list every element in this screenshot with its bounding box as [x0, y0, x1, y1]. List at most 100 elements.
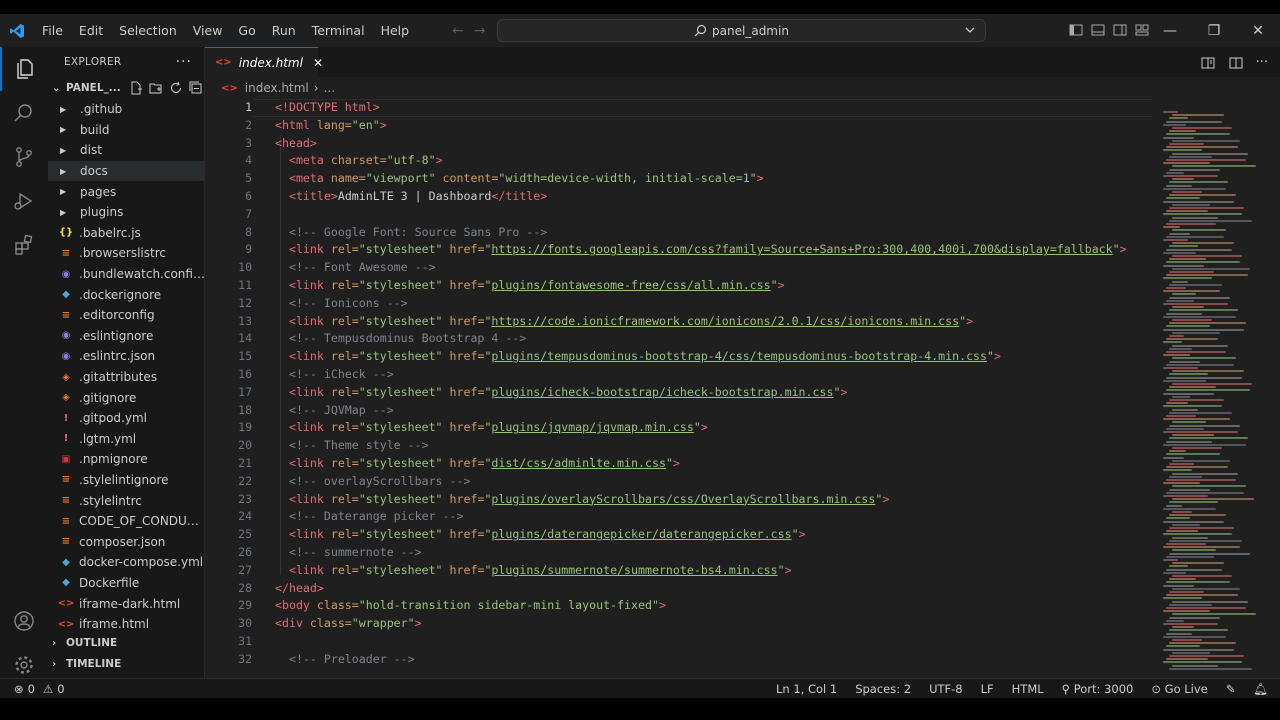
- file-item[interactable]: ◆ .dockerignore: [48, 284, 204, 305]
- restore-icon[interactable]: ❐: [1192, 14, 1236, 47]
- explorer-icon[interactable]: [0, 47, 48, 91]
- port-indicator[interactable]: ⚲ Port: 3000: [1062, 682, 1134, 696]
- file-item[interactable]: ≡ .stylelintrc: [48, 490, 204, 511]
- minimap-line: [1169, 578, 1196, 581]
- collapse-all-icon[interactable]: [189, 81, 203, 95]
- tab-index-html[interactable]: <> index.html ✕: [205, 47, 323, 77]
- workspace-folder[interactable]: ⌄ PANEL_...: [48, 77, 204, 99]
- command-center[interactable]: panel_admin: [497, 19, 986, 42]
- timeline-section[interactable]: › TIMELINE: [48, 654, 205, 674]
- file-item[interactable]: ▣ .npmignore: [48, 449, 204, 470]
- vscode-window: File Edit Selection View Go Run Terminal Help ←…: [0, 14, 1280, 698]
- file-item[interactable]: ◉ .eslintrc.json: [48, 346, 204, 367]
- minimap-line: [1169, 488, 1210, 491]
- minimap-line: [1163, 123, 1186, 126]
- chevron-down-icon[interactable]: [963, 23, 977, 37]
- cursor-position[interactable]: Ln 1, Col 1: [776, 682, 837, 696]
- new-folder-icon[interactable]: [149, 81, 163, 95]
- file-item[interactable]: ◆ docker-compose.yml: [48, 552, 204, 573]
- file-item[interactable]: ◆ Dockerfile: [48, 573, 204, 594]
- toggle-panel-icon[interactable]: [1090, 22, 1106, 38]
- source-control-icon[interactable]: [0, 135, 48, 179]
- tree-item-label: .gitignore: [79, 390, 137, 405]
- minimap-line: [1172, 370, 1244, 373]
- file-item[interactable]: ≡ .stylelintignore: [48, 470, 204, 491]
- file-item[interactable]: <> iframe.html: [48, 614, 204, 630]
- code-editor[interactable]: 1 2 3 4 5 6 7 8 9 10 11 12 13 14 15 16 17 18 19 20 21 22 23 24 2…: [205, 99, 1280, 678]
- extensions-icon[interactable]: [0, 223, 48, 267]
- folder-item[interactable]: ▶ .github: [48, 99, 204, 120]
- file-item[interactable]: ≡ composer.json: [48, 531, 204, 552]
- encoding[interactable]: UTF-8: [929, 682, 963, 696]
- file-item[interactable]: ≡ .browserslistrc: [48, 243, 204, 264]
- folder-item[interactable]: ▶ plugins: [48, 202, 204, 223]
- notifications-icon[interactable]: 🔔︎: [1253, 682, 1268, 696]
- minimap-line: [1169, 591, 1204, 593]
- refresh-icon[interactable]: [169, 81, 183, 95]
- file-item[interactable]: {} .babelrc.js: [48, 223, 204, 244]
- menu-edit[interactable]: Edit: [71, 14, 111, 47]
- minimap-line: [1169, 642, 1236, 645]
- feedback-icon[interactable]: ✎: [1226, 682, 1236, 696]
- minimap-line: [1166, 120, 1222, 123]
- code-token: <link: [288, 384, 331, 399]
- code-token: <!-- Theme style -->: [288, 438, 429, 453]
- open-preview-icon[interactable]: [1200, 55, 1216, 71]
- split-editor-icon[interactable]: [1228, 55, 1244, 71]
- folder-item[interactable]: ▶ pages: [48, 181, 204, 202]
- menu-help[interactable]: Help: [373, 14, 418, 47]
- minimap[interactable]: [1163, 111, 1273, 676]
- indentation[interactable]: Spaces: 2: [855, 682, 911, 696]
- menu-file[interactable]: File: [34, 14, 71, 47]
- menu-selection[interactable]: Selection: [111, 14, 185, 47]
- go-live-button[interactable]: ⊙ Go Live: [1151, 682, 1207, 696]
- folder-item[interactable]: ▶ build: [48, 120, 204, 141]
- folder-item[interactable]: ▶ docs: [48, 160, 204, 182]
- breadcrumb-symbol[interactable]: ...: [324, 81, 335, 95]
- toggle-secondary-sidebar-icon[interactable]: [1112, 22, 1128, 38]
- file-item[interactable]: ≡ .editorconfig: [48, 305, 204, 326]
- minimap-line: [1169, 130, 1196, 133]
- outline-section[interactable]: › OUTLINE: [48, 633, 205, 653]
- run-debug-icon[interactable]: [0, 179, 48, 223]
- toggle-primary-sidebar-icon[interactable]: [1068, 22, 1084, 38]
- menu-go[interactable]: Go: [230, 14, 263, 47]
- code-line: <!-- summernote -->: [275, 544, 1175, 562]
- file-item[interactable]: ◉ .eslintignore: [48, 326, 204, 347]
- file-item[interactable]: ! .lgtm.yml: [48, 429, 204, 450]
- file-item[interactable]: ! .gitpod.yml: [48, 408, 204, 429]
- menu-run[interactable]: Run: [264, 14, 304, 47]
- more-actions-icon[interactable]: ···: [1256, 55, 1268, 71]
- close-window-icon[interactable]: ✕: [1236, 14, 1280, 47]
- file-item[interactable]: ◈ .gitattributes: [48, 367, 204, 388]
- minimap-line: [1169, 463, 1194, 465]
- code-token: <link: [288, 420, 331, 435]
- line-number: 8: [245, 224, 252, 239]
- code-token: <!-- Daterange picker -->: [288, 509, 464, 524]
- problems-indicator[interactable]: ⊗ 0 ⚠ 0: [0, 682, 65, 696]
- search-icon[interactable]: [0, 91, 48, 135]
- forward-arrow-icon[interactable]: →: [474, 23, 486, 39]
- file-item[interactable]: ◈ .gitignore: [48, 387, 204, 408]
- file-type-icon: ◉: [61, 350, 71, 362]
- more-actions-icon[interactable]: ···: [176, 54, 192, 70]
- back-arrow-icon[interactable]: ←: [452, 23, 464, 39]
- menu-terminal[interactable]: Terminal: [304, 14, 373, 47]
- file-item[interactable]: <> iframe-dark.html: [48, 593, 204, 614]
- minimap-line: [1166, 299, 1194, 302]
- account-icon[interactable]: [0, 599, 48, 643]
- close-icon[interactable]: ✕: [313, 56, 323, 70]
- line-ending[interactable]: LF: [981, 682, 994, 696]
- new-file-icon[interactable]: [129, 81, 143, 95]
- folder-item[interactable]: ▶ dist: [48, 140, 204, 161]
- code-token: plugins/overlayScrollbars/css/OverlayScr…: [491, 491, 876, 506]
- breadcrumb-file[interactable]: index.html: [245, 81, 309, 95]
- menu-view[interactable]: View: [185, 14, 231, 47]
- language-mode[interactable]: HTML: [1012, 682, 1044, 696]
- file-item[interactable]: ≡ CODE_OF_CONDUCT....: [48, 511, 204, 532]
- file-item[interactable]: ◉ .bundlewatch.config.j...: [48, 264, 204, 285]
- minimap-line: [1166, 453, 1220, 456]
- minimize-icon[interactable]: —: [1148, 14, 1192, 47]
- code-token: rel=: [330, 491, 359, 506]
